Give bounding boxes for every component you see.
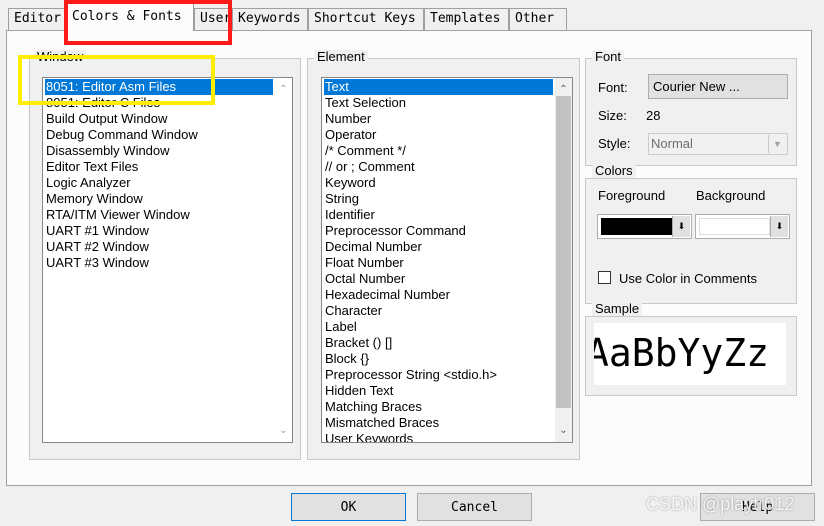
tab-colors-fonts[interactable]: Colors & Fonts <box>66 3 194 31</box>
size-value: 28 <box>646 108 661 123</box>
list-item[interactable]: 8051: Editor Asm Files <box>45 79 273 95</box>
list-item[interactable]: Hexadecimal Number <box>324 287 450 303</box>
element-group-label: Element <box>314 50 368 64</box>
list-item[interactable]: Identifier <box>324 207 375 223</box>
tab-other[interactable]: Other <box>509 8 567 30</box>
tab-keywords[interactable]: Keywords <box>232 8 308 30</box>
element-listbox[interactable]: Text Text Selection Number Operator /* C… <box>321 77 573 443</box>
watermark-text: CSDN @playtr012 <box>646 494 795 514</box>
font-select-button[interactable]: Courier New ... <box>648 74 788 99</box>
list-item[interactable]: User Keywords <box>324 431 413 442</box>
list-item[interactable]: Block {} <box>324 351 369 367</box>
window-listbox[interactable]: 8051: Editor Asm Files 8051: Editor C Fi… <box>42 77 293 443</box>
list-item[interactable]: Build Output Window <box>45 111 167 127</box>
list-item[interactable]: Hidden Text <box>324 383 393 399</box>
tab-label: User <box>200 11 232 26</box>
style-combo[interactable]: Normal ▼ <box>648 133 788 155</box>
size-label: Size: <box>598 108 627 123</box>
list-item[interactable]: // or ; Comment <box>324 159 415 175</box>
scroll-thumb[interactable] <box>556 96 571 408</box>
list-item[interactable]: Label <box>324 319 357 335</box>
window-group-label: Window <box>34 50 87 64</box>
foreground-label: Foreground <box>598 188 666 203</box>
list-item[interactable]: Mismatched Braces <box>324 415 439 431</box>
sample-preview: AaBbYyZz <box>594 323 786 385</box>
list-item[interactable]: UART #2 Window <box>45 239 149 255</box>
font-group-label: Font <box>592 50 625 64</box>
list-item[interactable]: Octal Number <box>324 271 405 287</box>
list-item[interactable]: /* Comment */ <box>324 143 406 159</box>
list-item[interactable]: Preprocessor String <stdio.h> <box>324 367 497 383</box>
list-item[interactable]: Keyword <box>324 175 376 191</box>
tab-label: Keywords <box>238 11 301 26</box>
tab-templates[interactable]: Templates <box>424 8 509 30</box>
tab-shortcut-keys[interactable]: Shortcut Keys <box>308 8 424 30</box>
list-item[interactable]: Memory Window <box>45 191 143 207</box>
font-label: Font: <box>598 80 628 95</box>
style-value: Normal <box>651 136 693 151</box>
ok-button[interactable]: OK <box>291 493 406 521</box>
list-item[interactable]: Character <box>324 303 382 319</box>
list-item[interactable]: UART #1 Window <box>45 223 149 239</box>
foreground-swatch <box>601 218 672 235</box>
scroll-down-icon[interactable]: ⌄ <box>275 422 292 439</box>
tab-label: Other <box>515 11 555 26</box>
style-label: Style: <box>598 136 631 151</box>
list-item[interactable]: Operator <box>324 127 376 143</box>
background-swatch <box>699 218 770 235</box>
foreground-color-combo[interactable]: ⬇ <box>597 214 692 239</box>
list-item[interactable]: Decimal Number <box>324 239 422 255</box>
sample-text: AaBbYyZz <box>594 331 770 375</box>
use-color-comments-checkbox[interactable] <box>598 271 611 284</box>
scroll-down-icon[interactable]: ⌄ <box>555 422 572 439</box>
tab-editor[interactable]: Editor <box>8 8 66 30</box>
tab-label: Templates <box>430 11 501 26</box>
list-item[interactable]: Bracket () [] <box>324 335 392 351</box>
tab-label: Shortcut Keys <box>314 11 416 26</box>
list-item[interactable]: String <box>324 191 359 207</box>
list-item[interactable]: RTA/ITM Viewer Window <box>45 207 190 223</box>
scroll-up-icon[interactable]: ⌃ <box>275 81 292 98</box>
tab-bar: Editor Colors & Fonts User Keywords Shor… <box>0 0 824 31</box>
tab-user[interactable]: User <box>194 8 232 30</box>
tab-label: Editor <box>14 11 61 26</box>
list-item[interactable]: Debug Command Window <box>45 127 198 143</box>
list-item[interactable]: Text Selection <box>324 95 406 111</box>
list-item[interactable]: 8051: Editor C Files <box>45 95 160 111</box>
dropdown-arrow-icon[interactable]: ⬇ <box>672 216 690 237</box>
dropdown-arrow-icon[interactable]: ⬇ <box>770 216 788 237</box>
window-list-scrollbar[interactable]: ⌃ ⌄ <box>275 78 292 442</box>
list-item[interactable]: Editor Text Files <box>45 159 138 175</box>
ok-label: OK <box>340 500 357 515</box>
dropdown-arrow-icon[interactable]: ▼ <box>768 135 786 153</box>
list-item[interactable]: Matching Braces <box>324 399 422 415</box>
background-color-combo[interactable]: ⬇ <box>695 214 790 239</box>
cancel-button[interactable]: Cancel <box>417 493 532 521</box>
list-item[interactable]: Logic Analyzer <box>45 175 131 191</box>
list-item[interactable]: Disassembly Window <box>45 143 170 159</box>
list-item[interactable]: Preprocessor Command <box>324 223 466 239</box>
use-color-comments-label: Use Color in Comments <box>619 271 757 286</box>
tab-label: Colors & Fonts <box>72 9 182 24</box>
sample-group-label: Sample <box>592 302 643 316</box>
element-list-scrollbar[interactable]: ⌃ ⌄ <box>555 78 572 442</box>
background-label: Background <box>696 188 766 203</box>
cancel-label: Cancel <box>451 500 498 515</box>
list-item[interactable]: Text <box>324 79 553 95</box>
list-item[interactable]: Number <box>324 111 371 127</box>
colors-group-label: Colors <box>592 164 636 178</box>
list-item[interactable]: Float Number <box>324 255 404 271</box>
list-item[interactable]: UART #3 Window <box>45 255 149 271</box>
